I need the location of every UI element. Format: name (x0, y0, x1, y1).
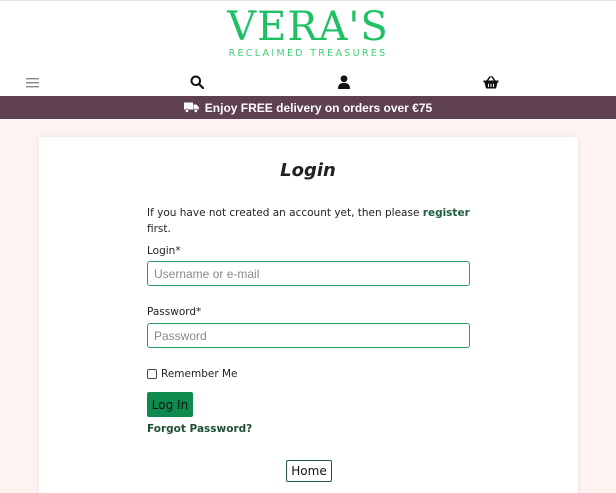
hamburger-menu-icon[interactable] (21, 72, 43, 92)
register-prompt-text: If you have not created an account yet, … (147, 207, 423, 219)
user-icon[interactable] (333, 72, 355, 92)
password-label: Password* (147, 306, 202, 318)
login-input[interactable] (147, 261, 470, 286)
home-button[interactable]: Home (286, 460, 332, 482)
log-in-button[interactable]: Log In (147, 392, 193, 417)
basket-icon[interactable] (480, 72, 502, 92)
register-link[interactable]: register (423, 207, 470, 219)
page-title: Login (280, 160, 336, 181)
delivery-banner: Enjoy FREE delivery on orders over €75 (0, 96, 616, 119)
logo-subtitle: RECLAIMED TREASURES (228, 48, 388, 59)
delivery-banner-text: Enjoy FREE delivery on orders over €75 (204, 100, 433, 115)
remember-me-row[interactable]: Remember Me (147, 368, 238, 380)
remember-me-checkbox[interactable] (147, 369, 157, 379)
register-prompt-suffix: first. (147, 223, 171, 235)
login-card (39, 137, 578, 493)
password-input[interactable] (147, 323, 470, 348)
forgot-password-link[interactable]: Forgot Password? (147, 423, 252, 435)
register-prompt: If you have not created an account yet, … (147, 205, 477, 237)
truck-icon (183, 102, 199, 113)
search-icon[interactable] (186, 72, 208, 92)
logo-title[interactable]: VERA'S (0, 5, 616, 49)
remember-me-label: Remember Me (161, 368, 238, 380)
site-header: VERA'S RECLAIMED TREASURES (0, 0, 616, 96)
login-label: Login* (147, 245, 181, 257)
